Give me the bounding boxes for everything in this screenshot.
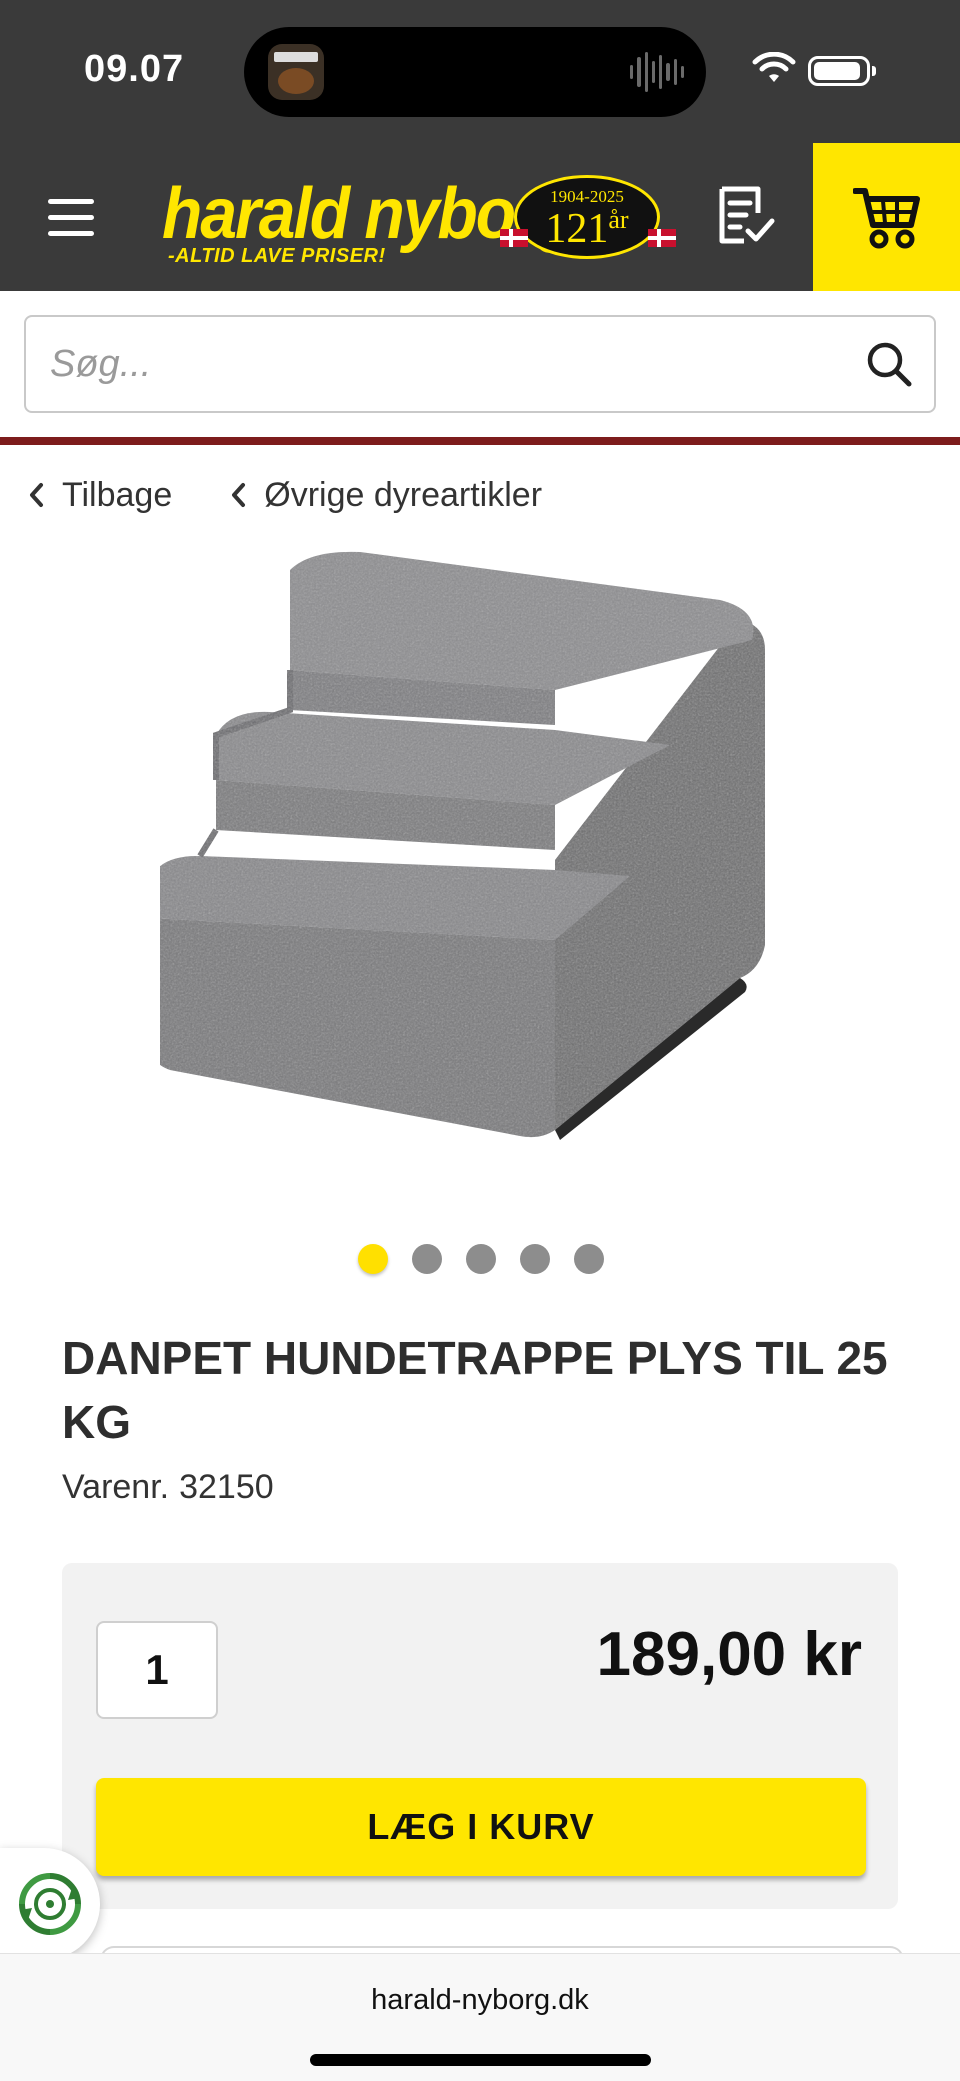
- product-title: DANPET HUNDETRAPPE PLYS TIL 25 KG: [62, 1332, 888, 1448]
- cart-icon: [853, 188, 920, 249]
- sku-value: 32150: [179, 1468, 274, 1506]
- chevron-left-icon: [30, 483, 43, 507]
- product-image[interactable]: [160, 540, 800, 1160]
- battery-icon: [808, 56, 876, 86]
- status-bar: 09.07: [0, 0, 960, 143]
- now-playing-artwork: [268, 44, 324, 100]
- add-to-cart-button[interactable]: LÆG I KURV: [96, 1778, 866, 1876]
- product-sku: Varenr. 32150: [62, 1468, 274, 1507]
- back-link[interactable]: Tilbage: [28, 476, 172, 515]
- quantity-input[interactable]: [96, 1621, 218, 1719]
- audio-waveform-icon: [630, 49, 684, 95]
- gallery-dot-4[interactable]: [520, 1244, 550, 1274]
- buy-box: 189,00 kr LÆG I KURV: [62, 1563, 898, 1909]
- search-box: [24, 315, 936, 413]
- category-link-label: Øvrige dyreartikler: [264, 475, 543, 514]
- status-time: 09.07: [84, 48, 185, 90]
- chevron-left-icon: [232, 483, 246, 507]
- hamburger-menu-icon[interactable]: [48, 197, 98, 237]
- category-link[interactable]: Øvrige dyreartikler: [230, 476, 542, 515]
- back-link-label: Tilbage: [62, 475, 173, 514]
- shopping-list-icon[interactable]: [714, 183, 776, 247]
- logo-tagline: -ALTID LAVE PRISER!: [168, 245, 386, 267]
- home-indicator[interactable]: [310, 2054, 651, 2066]
- anniversary-count: 121år: [545, 205, 629, 252]
- site-logo[interactable]: harald nyborg -ALTID LAVE PRISER! 1904-2…: [160, 167, 686, 271]
- dynamic-island[interactable]: [244, 27, 706, 117]
- site-header: harald nyborg -ALTID LAVE PRISER! 1904-2…: [0, 143, 960, 291]
- recycling-tire-icon: [19, 1873, 81, 1935]
- anniversary-badge: 1904-2025 121år: [500, 175, 676, 265]
- search-icon[interactable]: [864, 339, 914, 389]
- gallery-pagination: [358, 1244, 604, 1274]
- product-price: 189,00 kr: [596, 1620, 862, 1689]
- gallery-dot-2[interactable]: [412, 1244, 442, 1274]
- sku-label: Varenr.: [62, 1468, 170, 1506]
- wifi-icon: [752, 52, 796, 82]
- search-input[interactable]: [50, 317, 830, 411]
- url-text: harald-nyborg.dk: [371, 1984, 589, 2016]
- gallery-dot-5[interactable]: [574, 1244, 604, 1274]
- cart-button[interactable]: [813, 143, 960, 291]
- anniversary-years: 1904-2025: [550, 187, 624, 206]
- gallery-dot-1[interactable]: [358, 1244, 388, 1274]
- browser-url-bar[interactable]: harald-nyborg.dk: [0, 1953, 960, 2081]
- breadcrumb: Tilbage Øvrige dyreartikler: [28, 470, 600, 520]
- gallery-dot-3[interactable]: [466, 1244, 496, 1274]
- header-divider: [0, 437, 960, 445]
